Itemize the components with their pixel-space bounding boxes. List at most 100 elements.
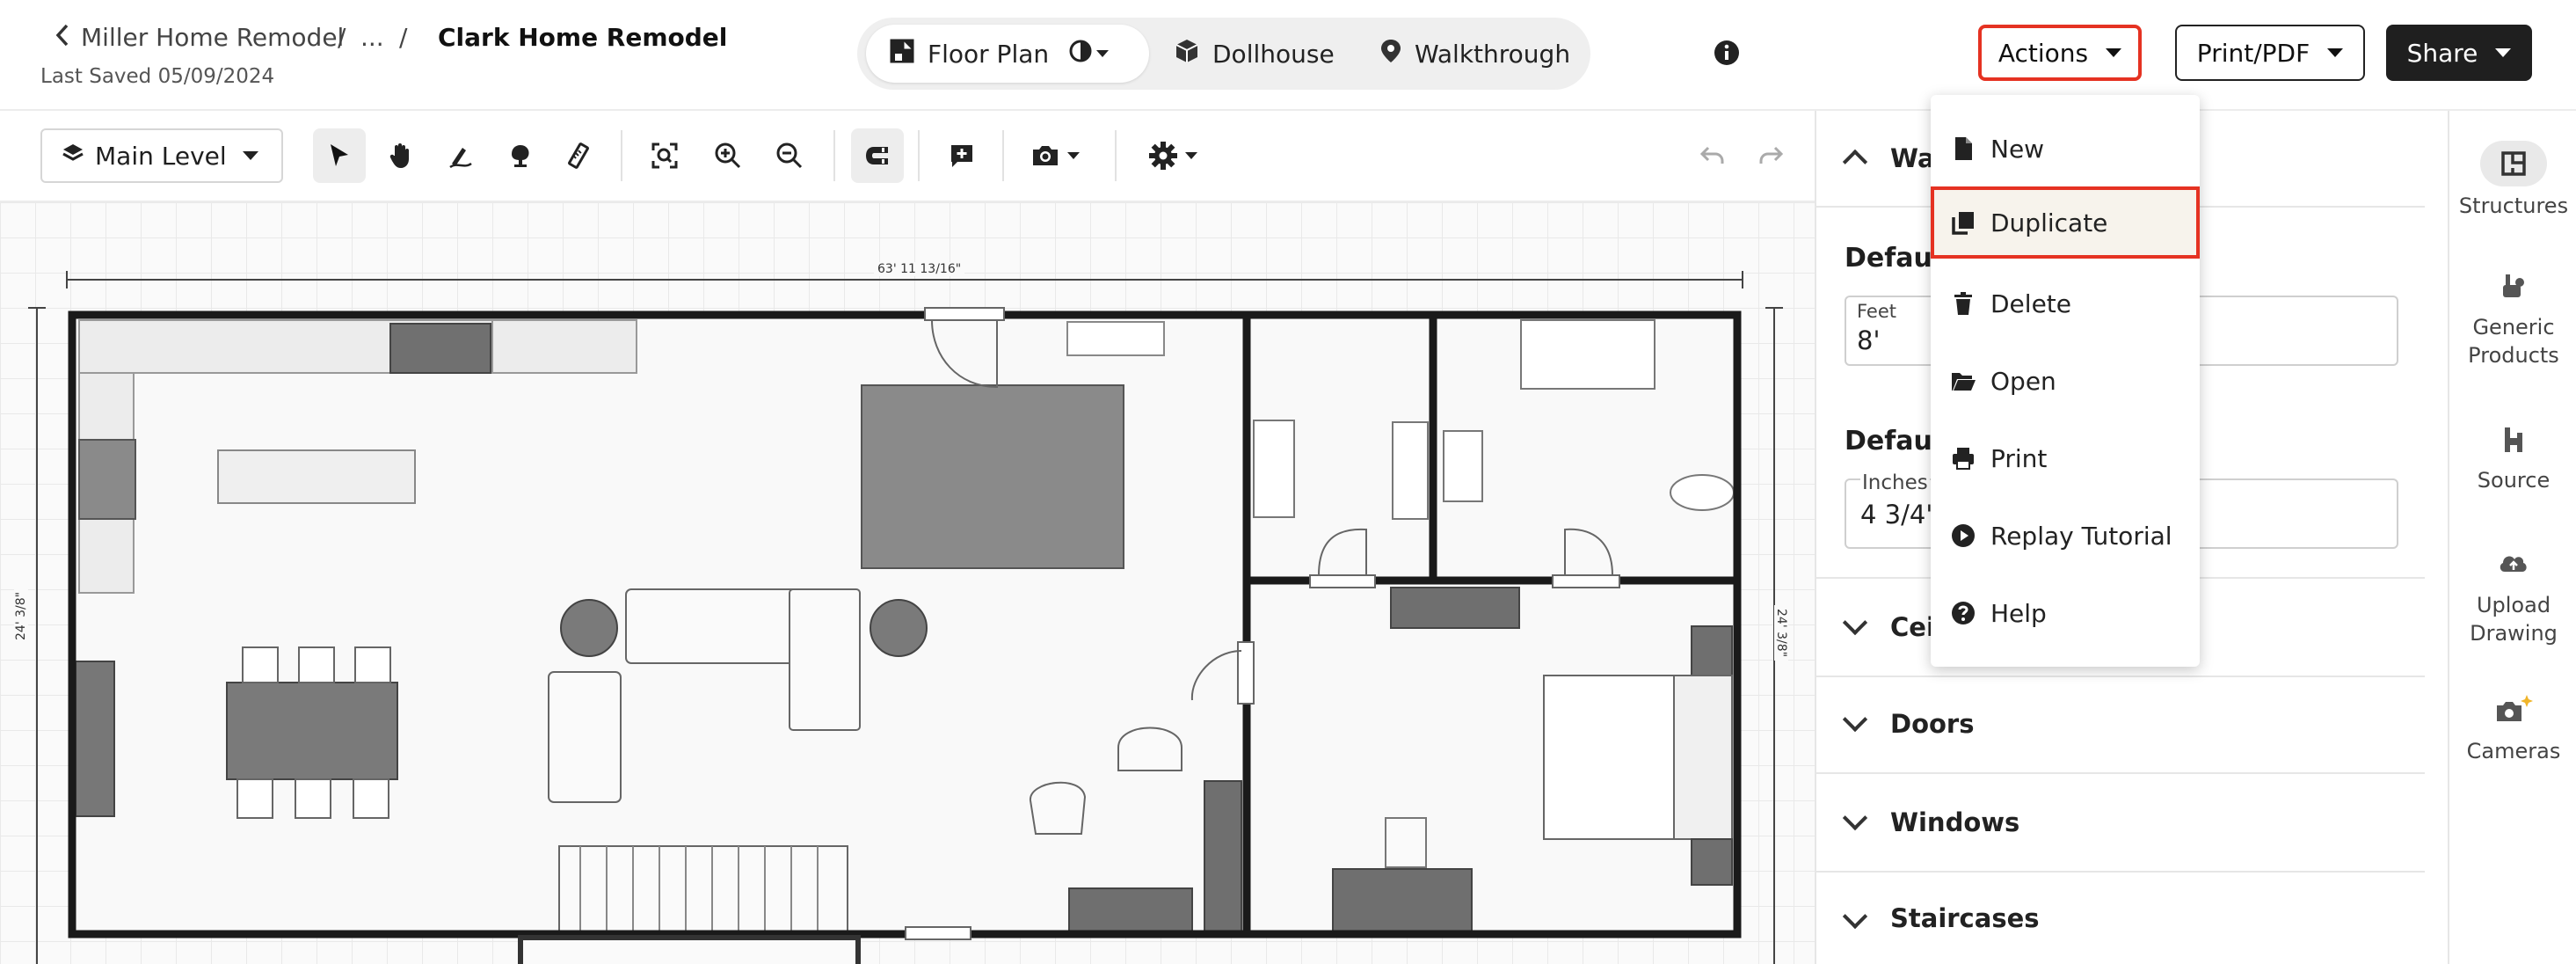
toolbar-divider xyxy=(1115,130,1117,181)
zoom-fit-button[interactable] xyxy=(638,128,691,183)
actions-button[interactable]: Actions xyxy=(1978,25,2142,81)
chevron-up-icon xyxy=(1842,149,1868,175)
chevron-down-icon xyxy=(1842,706,1868,733)
menu-item-delete[interactable]: Delete xyxy=(1931,267,2200,340)
magnet-icon xyxy=(866,147,888,164)
gear-icon xyxy=(1149,142,1177,170)
canvas-toolbar: Main Level xyxy=(0,111,1815,202)
print-pdf-button[interactable]: Print/PDF xyxy=(2175,25,2365,81)
level-selector[interactable]: Main Level xyxy=(40,128,283,183)
select-tool-button[interactable] xyxy=(313,128,366,183)
camera-icon xyxy=(1033,146,1058,165)
breadcrumb-parent[interactable]: Miller Home Remodel xyxy=(81,23,344,52)
printer-icon xyxy=(1953,448,1974,470)
staircases-section-header[interactable]: Staircases xyxy=(1816,873,2425,964)
new-file-icon xyxy=(1955,137,1972,160)
floor-plan-canvas[interactable]: 63' 11 13/16" 24' 3/8" 24' 3/8" xyxy=(0,202,1815,964)
menu-item-label: Replay Tutorial xyxy=(1990,521,2172,551)
comment-plus-icon xyxy=(951,145,972,167)
share-button[interactable]: Share xyxy=(2386,25,2532,81)
right-rail: Structures Generic Products Source Uploa… xyxy=(2448,111,2576,964)
chevron-down-icon xyxy=(1067,152,1080,159)
width-dimension-label: 63' 11 13/16" xyxy=(874,262,965,276)
rail-label: Generic Products xyxy=(2468,315,2559,368)
info-icon[interactable] xyxy=(1713,39,1741,70)
view-mode-switcher: Floor Plan Dollhouse Walkthrough xyxy=(857,18,1590,90)
measure-tool-button[interactable] xyxy=(552,128,605,183)
rail-item-cameras[interactable]: Cameras xyxy=(2449,693,2576,765)
menu-item-new[interactable]: New xyxy=(1931,113,2200,185)
print-pdf-label: Print/PDF xyxy=(2196,38,2310,68)
cube-icon xyxy=(1174,38,1200,70)
back-chevron-icon[interactable] xyxy=(55,23,70,54)
breadcrumb-separator: / xyxy=(399,23,408,52)
play-circle-icon xyxy=(1952,524,1975,547)
tab-label: Dollhouse xyxy=(1212,39,1335,69)
zoom-in-button[interactable] xyxy=(702,128,754,183)
height-value: 8' xyxy=(1857,325,1881,355)
toolbar-divider xyxy=(621,130,622,181)
menu-item-label: Open xyxy=(1990,366,2056,396)
chevron-down-icon xyxy=(1842,903,1868,930)
undo-icon xyxy=(1699,146,1724,164)
landscape-tool-button[interactable] xyxy=(494,128,547,183)
menu-item-help[interactable]: Help xyxy=(1931,577,2200,649)
rail-item-generic-products[interactable]: Generic Products xyxy=(2449,269,2576,369)
redo-button[interactable] xyxy=(1744,128,1797,183)
tab-floor-plan[interactable]: Floor Plan xyxy=(866,25,1149,83)
location-pin-icon xyxy=(1379,38,1402,70)
chevron-down-icon[interactable] xyxy=(1096,50,1110,57)
help-circle-icon xyxy=(1952,602,1975,624)
zoom-in-icon xyxy=(715,142,741,169)
tab-dollhouse[interactable]: Dollhouse xyxy=(1174,25,1358,83)
contrast-icon[interactable] xyxy=(1068,39,1093,69)
menu-item-label: Duplicate xyxy=(1990,208,2108,237)
menu-item-open[interactable]: Open xyxy=(1931,345,2200,417)
redo-icon xyxy=(1759,146,1784,164)
breadcrumb-current: Clark Home Remodel xyxy=(438,23,728,52)
menu-item-label: New xyxy=(1990,134,2045,164)
thickness-unit-label: Inches xyxy=(1860,471,1930,494)
tab-label: Walkthrough xyxy=(1415,39,1571,69)
rail-label: Source xyxy=(2477,468,2551,493)
floor-plan-icon xyxy=(889,38,915,70)
pan-tool-button[interactable] xyxy=(375,128,427,183)
draw-wall-tool-button[interactable] xyxy=(434,128,487,183)
tab-walkthrough[interactable]: Walkthrough xyxy=(1379,25,1590,83)
doors-section-header[interactable]: Doors xyxy=(1816,676,2425,774)
section-title: Windows xyxy=(1890,807,2020,837)
duplicate-icon xyxy=(1952,212,1974,235)
menu-item-duplicate[interactable]: Duplicate xyxy=(1931,186,2200,259)
rail-item-structures[interactable]: Structures xyxy=(2449,141,2576,220)
breadcrumb-separator: / xyxy=(338,23,346,52)
menu-item-print[interactable]: Print xyxy=(1931,422,2200,494)
level-label: Main Level xyxy=(95,141,227,171)
cursor-icon xyxy=(331,144,348,166)
undo-button[interactable] xyxy=(1686,128,1739,183)
chevron-down-icon xyxy=(1842,610,1868,636)
section-title: Doors xyxy=(1890,709,1975,739)
menu-item-replay-tutorial[interactable]: Replay Tutorial xyxy=(1931,500,2200,572)
zoom-out-button[interactable] xyxy=(763,128,816,183)
height-dimension-label-right: 24' 3/8" xyxy=(1774,605,1788,661)
snap-toggle-button[interactable] xyxy=(851,128,904,183)
tree-icon xyxy=(512,145,529,167)
trash-icon xyxy=(1954,292,1972,315)
settings-menu-button[interactable] xyxy=(1136,128,1210,183)
rail-item-upload-drawing[interactable]: Upload Drawing xyxy=(2449,547,2576,647)
rail-label: Cameras xyxy=(2466,739,2561,763)
chevron-down-icon xyxy=(2495,48,2512,57)
hand-icon xyxy=(389,143,409,168)
layers-icon xyxy=(62,142,84,171)
actions-dropdown-menu: New Duplicate Delete Open Print Replay T… xyxy=(1931,95,2200,667)
chevron-down-icon xyxy=(243,151,258,160)
height-dimension-label-left: 24' 3/8" xyxy=(14,588,28,644)
height-unit-label: Feet xyxy=(1857,301,1897,322)
floor-plan-drawing xyxy=(28,271,1783,964)
windows-section-header[interactable]: Windows xyxy=(1816,774,2425,873)
breadcrumb-ellipsis[interactable]: ... xyxy=(360,23,384,52)
menu-item-label: Help xyxy=(1990,598,2047,628)
add-note-button[interactable] xyxy=(935,128,988,183)
rail-item-source[interactable]: Source xyxy=(2449,422,2576,494)
camera-menu-button[interactable] xyxy=(1020,128,1090,183)
